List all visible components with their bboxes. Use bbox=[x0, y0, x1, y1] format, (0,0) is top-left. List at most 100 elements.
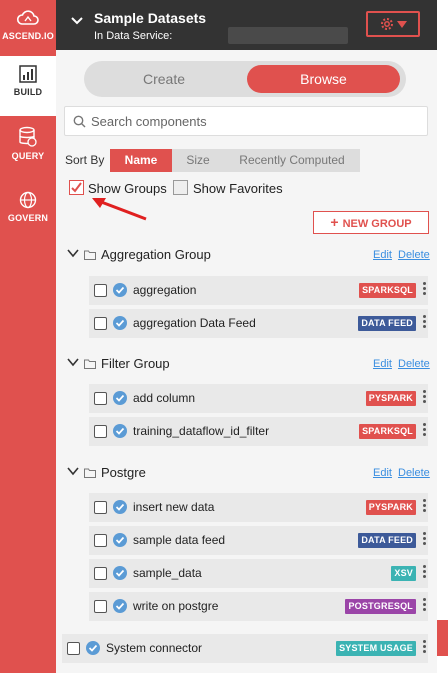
select-checkbox[interactable] bbox=[94, 317, 107, 330]
search-box bbox=[64, 106, 428, 136]
more-options-icon[interactable] bbox=[420, 598, 428, 613]
plus-icon: + bbox=[330, 214, 339, 230]
settings-menu-button[interactable] bbox=[366, 11, 420, 37]
edit-group-link[interactable]: Edit bbox=[373, 249, 392, 261]
select-checkbox[interactable] bbox=[94, 392, 107, 405]
group-name[interactable]: Aggregation Group bbox=[101, 247, 211, 262]
sort-by-label: Sort By bbox=[65, 153, 105, 167]
more-options-icon[interactable] bbox=[420, 565, 428, 580]
component-type-badge: PYSPARK bbox=[365, 391, 416, 406]
group-name[interactable]: Filter Group bbox=[101, 356, 170, 371]
panel-header: Sample Datasets In Data Service: bbox=[56, 0, 437, 50]
component-row[interactable]: aggregation SPARKSQL bbox=[89, 276, 428, 305]
more-options-icon[interactable] bbox=[420, 315, 428, 330]
nav-query[interactable]: QUERY bbox=[0, 126, 56, 180]
more-options-icon[interactable] bbox=[420, 499, 428, 514]
search-input[interactable] bbox=[91, 112, 421, 130]
logo-label: ASCEND.IO bbox=[2, 31, 54, 41]
mode-toggle: Create Browse bbox=[84, 61, 406, 97]
data-service-label: In Data Service: bbox=[94, 30, 173, 42]
nav-govern-label: GOVERN bbox=[7, 213, 49, 223]
component-row[interactable]: System connector SYSTEM USAGE bbox=[62, 634, 428, 663]
nav-query-label: QUERY bbox=[11, 151, 45, 161]
component-type-badge: XSV bbox=[391, 566, 416, 581]
status-check-icon bbox=[113, 424, 127, 438]
logo[interactable]: ASCEND.IO bbox=[0, 6, 56, 52]
chevron-down-icon[interactable] bbox=[67, 249, 79, 258]
component-row[interactable]: sample data feed DATA FEED bbox=[89, 526, 428, 555]
sort-name-tab[interactable]: Name bbox=[110, 149, 172, 172]
nav-govern[interactable]: GOVERN bbox=[0, 190, 56, 244]
edit-group-link[interactable]: Edit bbox=[373, 358, 392, 370]
select-checkbox[interactable] bbox=[94, 567, 107, 580]
globe-icon bbox=[19, 191, 37, 209]
component-row[interactable]: training_dataflow_id_filter SPARKSQL bbox=[89, 417, 428, 446]
gear-icon bbox=[380, 18, 393, 30]
caret-down-icon bbox=[396, 20, 407, 28]
new-group-button[interactable]: + NEW GROUP bbox=[313, 211, 429, 234]
cloud-logo-icon bbox=[16, 10, 39, 25]
group-name[interactable]: Postgre bbox=[101, 465, 146, 480]
component-type-badge: SPARKSQL bbox=[359, 283, 416, 298]
sort-recent-tab[interactable]: Recently Computed bbox=[224, 149, 360, 172]
component-row[interactable]: sample_data XSV bbox=[89, 559, 428, 588]
component-name[interactable]: add column bbox=[133, 391, 195, 405]
component-name[interactable]: sample data feed bbox=[133, 533, 225, 547]
chevron-down-icon[interactable] bbox=[67, 358, 79, 367]
component-type-badge: SYSTEM USAGE bbox=[336, 641, 416, 656]
collapse-handle[interactable] bbox=[437, 620, 448, 656]
edit-group-link[interactable]: Edit bbox=[373, 467, 392, 479]
component-row[interactable]: write on postgre POSTGRESQL bbox=[89, 592, 428, 621]
sort-size-tab[interactable]: Size bbox=[172, 149, 224, 172]
select-checkbox[interactable] bbox=[94, 600, 107, 613]
redacted-data-service-name bbox=[228, 27, 348, 44]
delete-group-link[interactable]: Delete bbox=[398, 249, 430, 261]
show-groups-checkbox[interactable] bbox=[69, 180, 84, 195]
component-row[interactable]: aggregation Data Feed DATA FEED bbox=[89, 309, 428, 338]
status-check-icon bbox=[113, 566, 127, 580]
more-options-icon[interactable] bbox=[420, 282, 428, 297]
more-options-icon[interactable] bbox=[420, 423, 428, 438]
checkmark-icon bbox=[71, 182, 82, 193]
database-query-icon bbox=[19, 126, 37, 147]
select-checkbox[interactable] bbox=[94, 534, 107, 547]
more-options-icon[interactable] bbox=[420, 640, 428, 655]
create-tab[interactable]: Create bbox=[84, 61, 244, 97]
folder-icon bbox=[84, 468, 96, 478]
build-icon bbox=[19, 65, 37, 83]
folder-icon bbox=[84, 359, 96, 369]
delete-group-link[interactable]: Delete bbox=[398, 467, 430, 479]
component-name[interactable]: insert new data bbox=[133, 500, 214, 514]
select-checkbox[interactable] bbox=[94, 501, 107, 514]
component-row[interactable]: insert new data PYSPARK bbox=[89, 493, 428, 522]
delete-group-link[interactable]: Delete bbox=[398, 358, 430, 370]
component-name[interactable]: aggregation bbox=[133, 283, 196, 297]
chevron-down-icon[interactable] bbox=[70, 16, 84, 26]
component-type-badge: SPARKSQL bbox=[359, 424, 416, 439]
status-check-icon bbox=[113, 500, 127, 514]
select-checkbox[interactable] bbox=[94, 425, 107, 438]
component-name[interactable]: sample_data bbox=[133, 566, 202, 580]
nav-build[interactable]: BUILD bbox=[0, 56, 56, 116]
show-groups-label: Show Groups bbox=[88, 181, 167, 196]
more-options-icon[interactable] bbox=[420, 532, 428, 547]
right-edge bbox=[437, 0, 448, 673]
component-name[interactable]: aggregation Data Feed bbox=[133, 316, 256, 330]
component-name[interactable]: training_dataflow_id_filter bbox=[133, 424, 269, 438]
status-check-icon bbox=[113, 316, 127, 330]
component-type-badge: PYSPARK bbox=[365, 500, 416, 515]
dataflow-title: Sample Datasets bbox=[94, 10, 207, 26]
component-name[interactable]: System connector bbox=[106, 641, 202, 655]
select-checkbox[interactable] bbox=[94, 284, 107, 297]
select-checkbox[interactable] bbox=[67, 642, 80, 655]
browse-tab[interactable]: Browse bbox=[247, 65, 400, 93]
status-check-icon bbox=[86, 641, 100, 655]
component-type-badge: POSTGRESQL bbox=[345, 599, 416, 614]
folder-icon bbox=[84, 250, 96, 260]
chevron-down-icon[interactable] bbox=[67, 467, 79, 476]
browse-panel: Create Browse Sort By Name Size Recently… bbox=[56, 50, 437, 673]
show-favorites-checkbox[interactable] bbox=[173, 180, 188, 195]
more-options-icon[interactable] bbox=[420, 390, 428, 405]
component-name[interactable]: write on postgre bbox=[133, 599, 218, 613]
component-row[interactable]: add column PYSPARK bbox=[89, 384, 428, 413]
